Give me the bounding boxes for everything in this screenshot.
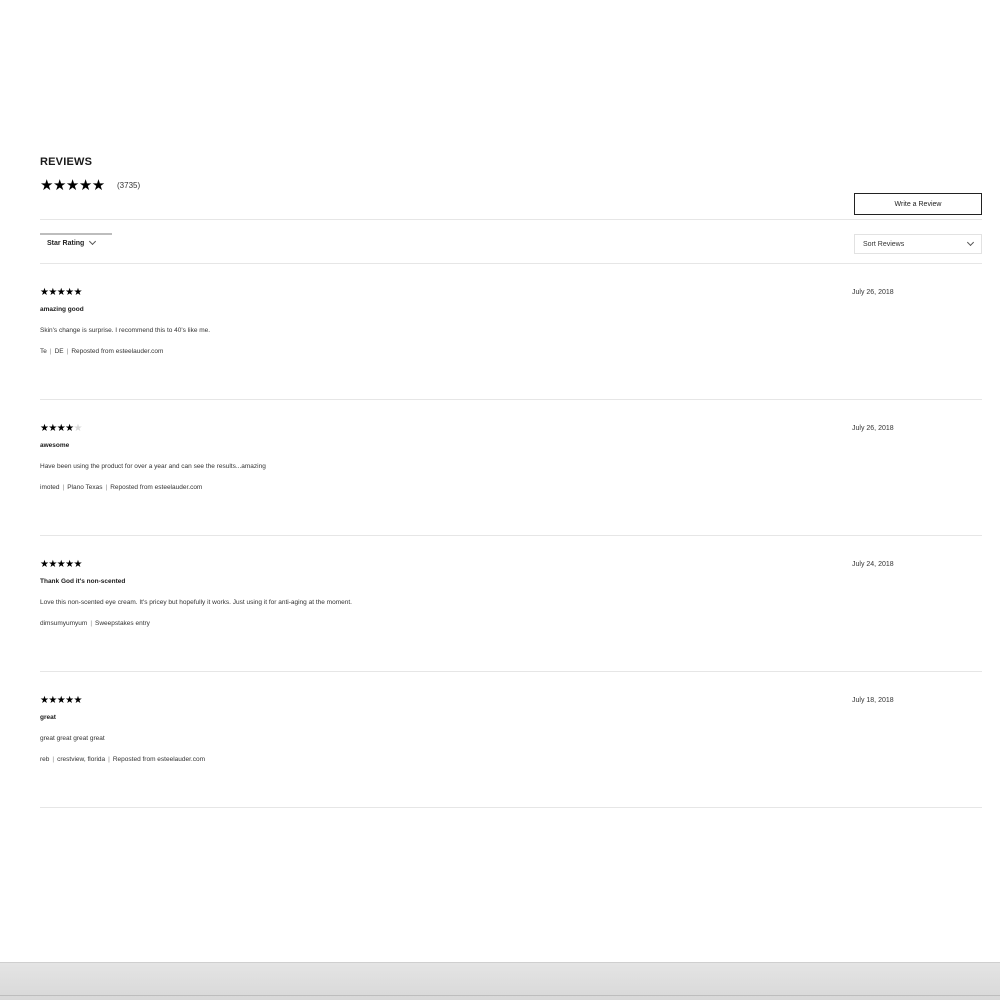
- review-author: Te: [40, 348, 47, 355]
- review-item: ★★★★★ July 26, 2018 awesome Have been us…: [40, 400, 982, 536]
- review-meta: imoted | Plano Texas | Reposted from esteela…: [40, 484, 203, 491]
- filter-bar: Star Rating Sort Reviews: [40, 220, 982, 263]
- reviews-section: REVIEWS ★★★★★ (3735) Write a Review Star…: [40, 155, 982, 808]
- review-source: Reposted from esteelauder.com: [112, 756, 205, 763]
- review-title: awesome: [40, 442, 70, 449]
- review-author: dimsumyumyum: [40, 620, 88, 627]
- review-title: amazing good: [40, 306, 84, 313]
- review-item: ★★★★★ July 24, 2018 Thank God it's non-s…: [40, 536, 982, 672]
- review-item: ★★★★★ July 26, 2018 amazing good Skin's …: [40, 264, 982, 400]
- review-location: DE: [54, 348, 64, 355]
- sort-reviews-select[interactable]: Sort Reviews: [854, 234, 982, 254]
- review-body: Skin's change is surprise. I recommend t…: [40, 327, 211, 334]
- review-rating-stars-icon: ★★★★★: [40, 287, 82, 298]
- review-date: July 24, 2018: [852, 561, 894, 568]
- star-rating-filter-label: Star Rating: [47, 239, 85, 247]
- review-meta: Te | DE | Reposted from esteelauder.com: [40, 348, 164, 355]
- review-title: Thank God it's non-scented: [40, 578, 126, 585]
- write-review-button[interactable]: Write a Review: [854, 193, 982, 215]
- review-meta: dimsumyumyum | Sweepstakes entry: [40, 620, 150, 627]
- review-source: Reposted from esteelauder.com: [110, 484, 203, 491]
- review-meta: reb | crestview, florida | Reposted from est…: [40, 756, 205, 763]
- review-source: Sweepstakes entry: [95, 620, 150, 627]
- review-title: great: [40, 714, 56, 721]
- review-body: Have been using the product for over a y…: [40, 463, 266, 470]
- sort-reviews-label: Sort Reviews: [863, 240, 905, 248]
- chevron-down-icon: [89, 237, 97, 246]
- review-author: reb: [40, 756, 50, 763]
- page: REVIEWS ★★★★★ (3735) Write a Review Star…: [0, 0, 1000, 1000]
- average-rating-stars-icon: ★★★★★: [40, 177, 105, 194]
- review-location: crestview, florida: [57, 756, 106, 763]
- star-rating-filter[interactable]: Star Rating: [40, 233, 112, 251]
- reviews-heading: REVIEWS: [40, 156, 93, 168]
- review-author: imoted: [40, 484, 60, 491]
- review-item: ★★★★★ July 18, 2018 great great great gr…: [40, 672, 982, 808]
- review-date: July 18, 2018: [852, 697, 894, 704]
- review-date: July 26, 2018: [852, 289, 894, 296]
- divider: [0, 995, 1000, 996]
- review-location: Plano Texas: [67, 484, 103, 491]
- rating-summary: ★★★★★ (3735) Write a Review: [40, 169, 982, 219]
- review-rating-stars-icon: ★★★★★: [40, 423, 82, 434]
- review-count: (3735): [117, 181, 141, 190]
- chevron-down-icon: [966, 238, 975, 247]
- review-rating-stars-icon: ★★★★★: [40, 695, 82, 706]
- review-body: Love this non-scented eye cream. It's pr…: [40, 599, 352, 606]
- review-date: July 26, 2018: [852, 425, 894, 432]
- review-source: Reposted from esteelauder.com: [71, 348, 164, 355]
- review-body: great great great great: [40, 735, 105, 742]
- review-rating-stars-icon: ★★★★★: [40, 559, 82, 570]
